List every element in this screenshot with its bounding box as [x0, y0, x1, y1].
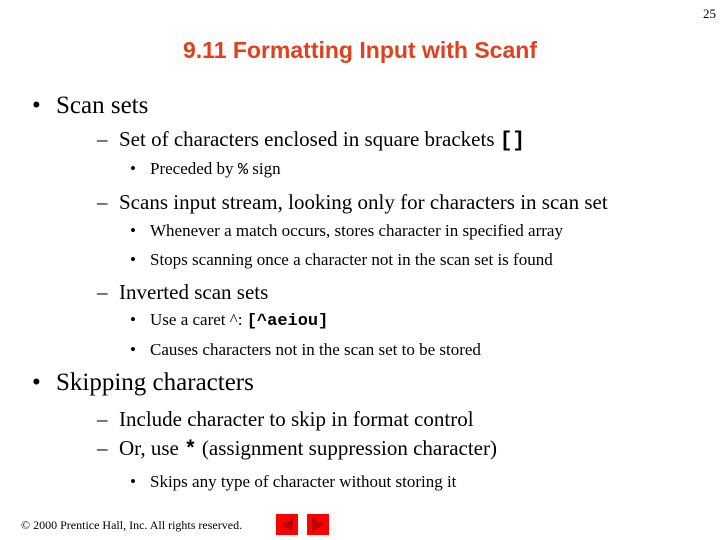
- bullet-marker: •: [130, 221, 136, 240]
- slide-title: 9.11 Formatting Input with Scanf: [183, 37, 537, 63]
- bullet-skipping: • Skipping characters: [32, 369, 254, 397]
- copyright-notice: © 2000 Prentice Hall, Inc. All rights re…: [21, 518, 243, 532]
- bullet-text: Include character to skip in format cont…: [119, 407, 474, 431]
- sub-sub-bullet-causes: • Causes characters not in the scan set t…: [130, 340, 481, 360]
- bullet-marker: •: [32, 369, 41, 396]
- bullet-text: sign: [248, 159, 281, 178]
- bullet-text: Or, use: [119, 436, 185, 460]
- page-number: 25: [703, 6, 716, 21]
- code-star: *: [184, 439, 197, 462]
- bullet-marker: •: [130, 159, 136, 178]
- code-brackets: []: [499, 130, 525, 153]
- bullet-text: Preceded by: [150, 159, 238, 178]
- bullet-text: (assignment suppression character): [196, 436, 497, 460]
- bullet-marker: •: [130, 250, 136, 269]
- bullet-text: Inverted scan sets: [119, 280, 269, 304]
- dash-marker: –: [97, 407, 108, 431]
- next-slide-button[interactable]: [307, 514, 329, 535]
- bullet-scan-sets: • Scan sets: [32, 92, 148, 120]
- bullet-text: Stops scanning once a character not in t…: [150, 250, 553, 269]
- bullet-marker: •: [130, 310, 136, 329]
- bullet-marker: •: [130, 472, 136, 491]
- bullet-text: Skips any type of character without stor…: [150, 472, 457, 491]
- previous-arrow-icon: [281, 517, 293, 532]
- sub-bullet-or-use: – Or, use * (assignment suppression chara…: [97, 436, 497, 462]
- bullet-text: Use a caret ^:: [150, 310, 247, 329]
- sub-bullet-set-of-characters: – Set of characters enclosed in square br…: [97, 127, 525, 153]
- bullet-marker: •: [130, 340, 136, 359]
- next-arrow-icon: [312, 517, 324, 532]
- code-caret-set: [^aeiou]: [246, 312, 329, 331]
- dash-marker: –: [97, 436, 108, 460]
- dash-marker: –: [97, 127, 108, 151]
- sub-sub-bullet-skips-any: • Skips any type of character without sto…: [130, 472, 456, 492]
- bullet-text: Whenever a match occurs, stores characte…: [150, 221, 563, 240]
- bullet-text: Skipping characters: [56, 369, 254, 396]
- dash-marker: –: [97, 280, 108, 304]
- sub-sub-bullet-caret: • Use a caret ^: [^aeiou]: [130, 310, 328, 331]
- sub-bullet-scans-input: – Scans input stream, looking only for ch…: [97, 190, 608, 215]
- bullet-text: Set of characters enclosed in square bra…: [119, 127, 500, 151]
- sub-sub-bullet-whenever: • Whenever a match occurs, stores charact…: [130, 221, 563, 241]
- sub-sub-bullet-stops: • Stops scanning once a character not in …: [130, 250, 553, 270]
- bullet-marker: •: [32, 92, 41, 119]
- bullet-text: Scans input stream, looking only for cha…: [119, 190, 608, 214]
- code-percent: %: [237, 161, 249, 180]
- sub-bullet-inverted: – Inverted scan sets: [97, 280, 268, 305]
- sub-bullet-include: – Include character to skip in format con…: [97, 407, 474, 432]
- dash-marker: –: [97, 190, 108, 214]
- previous-slide-button[interactable]: [276, 514, 298, 535]
- bullet-text: Scan sets: [56, 92, 149, 119]
- bullet-text: Causes characters not in the scan set to…: [150, 340, 481, 359]
- sub-sub-bullet-preceded: • Preceded by % sign: [130, 159, 281, 180]
